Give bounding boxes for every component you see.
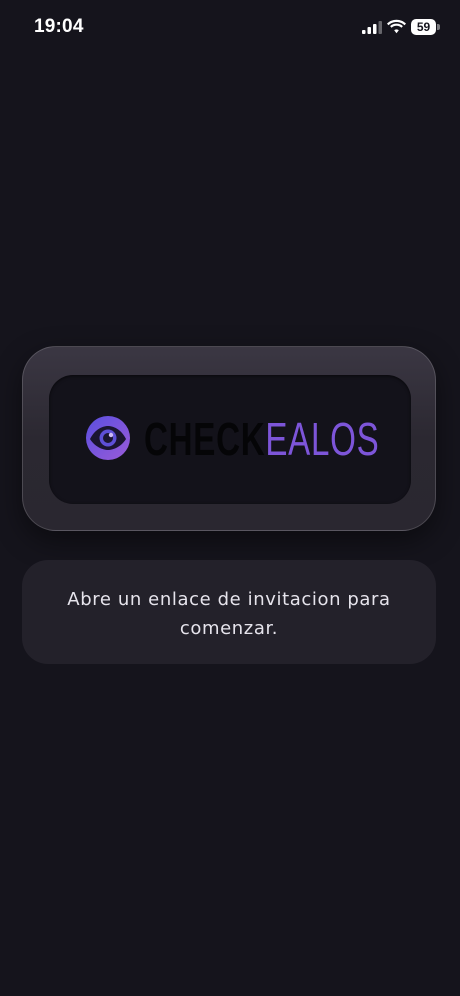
battery-icon: 59 (411, 19, 440, 35)
status-bar: 19:04 59 (0, 0, 460, 56)
logo-wordmark: CHECKEALOS (144, 409, 379, 469)
battery-level: 59 (416, 20, 431, 34)
battery-cap (437, 24, 440, 30)
signal-icon (362, 21, 382, 34)
eye-icon (86, 416, 130, 460)
logo-text-accent: EALOS (265, 413, 380, 465)
logo-card: CHECKEALOS (22, 346, 436, 531)
message-card: Abre un enlace de invitacion para comenz… (22, 560, 436, 664)
logo-container: CHECKEALOS (49, 375, 411, 504)
status-time: 19:04 (34, 16, 84, 37)
wifi-icon (387, 19, 406, 34)
invitation-message: Abre un enlace de invitacion para comenz… (67, 589, 391, 639)
logo-text-primary: CHECK (144, 413, 266, 465)
